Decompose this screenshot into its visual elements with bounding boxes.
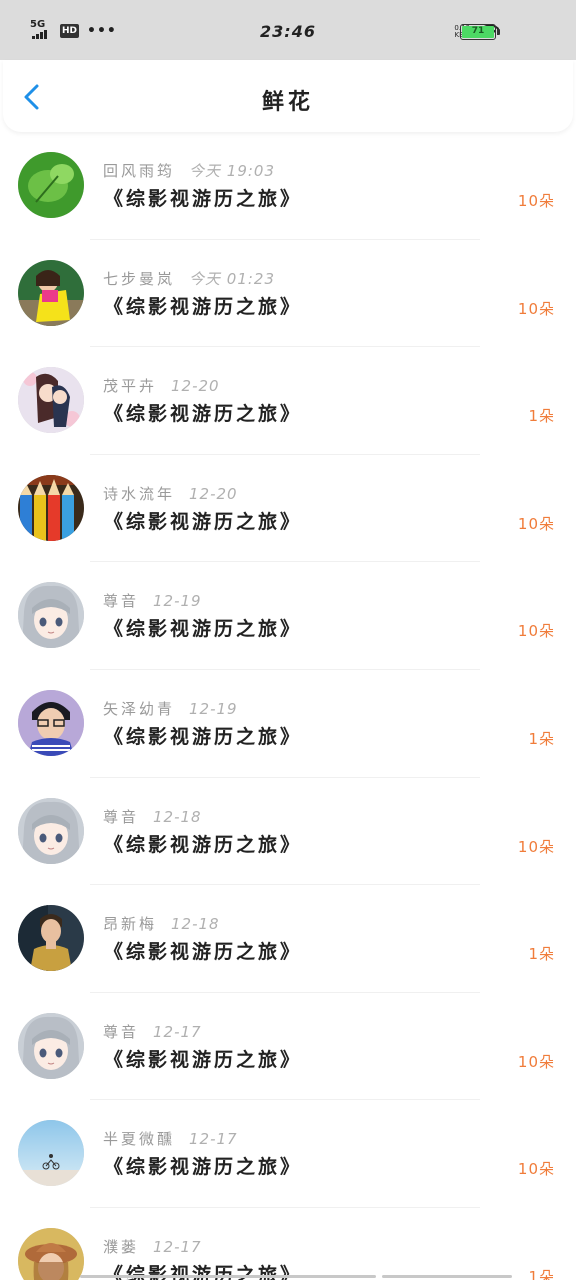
hat-girl-avatar[interactable] bbox=[18, 1227, 84, 1280]
scroll-indicator bbox=[382, 1275, 512, 1278]
sky-avatar[interactable] bbox=[18, 1120, 84, 1187]
work-title: 《综影视游历之旅》 bbox=[104, 941, 303, 964]
user-name: 昂新梅 bbox=[103, 915, 158, 934]
pencils-avatar[interactable] bbox=[18, 474, 84, 541]
battery-level: 71 bbox=[462, 26, 494, 38]
list-item[interactable]: 尊音 12-17 《综影视游历之旅》 10朵 bbox=[0, 993, 576, 1101]
flower-count: 1朵 bbox=[528, 1267, 555, 1280]
timestamp: 12-17 bbox=[153, 1237, 202, 1256]
status-bar: 5G HD ••• 23:46 0.10 KB/s 71 bbox=[0, 0, 576, 60]
user-name: 诗水流年 bbox=[103, 484, 176, 503]
work-title: 《综影视游历之旅》 bbox=[104, 403, 303, 426]
timestamp: 12-19 bbox=[153, 592, 202, 611]
page-title: 鲜花 bbox=[261, 90, 314, 115]
screen: 5G HD ••• 23:46 0.10 KB/s 71 鲜花 bbox=[0, 0, 576, 1280]
anime-couple-avatar[interactable] bbox=[18, 367, 84, 434]
timestamp: 12-18 bbox=[171, 915, 220, 934]
timestamp: 12-17 bbox=[189, 1130, 238, 1149]
flower-count: 10朵 bbox=[517, 299, 555, 318]
work-title: 《综影视游历之旅》 bbox=[104, 1156, 303, 1179]
anime-girl-avatar[interactable] bbox=[18, 797, 84, 864]
flower-list: 回风雨筠 今天 19:03 《综影视游历之旅》 10朵 七步曼岚 今天 01:23 … bbox=[0, 132, 576, 1280]
timestamp: 今天 01:23 bbox=[189, 269, 276, 288]
user-name: 尊音 bbox=[103, 592, 140, 611]
list-item[interactable]: 尊音 12-18 《综影视游历之旅》 10朵 bbox=[0, 778, 576, 886]
man-avatar[interactable] bbox=[18, 905, 84, 972]
flower-count: 10朵 bbox=[517, 192, 555, 210]
list-item[interactable]: 尊音 12-19 《综影视游历之旅》 10朵 bbox=[0, 562, 576, 670]
anime-girl-avatar[interactable] bbox=[18, 1012, 84, 1079]
flower-count: 1朵 bbox=[528, 407, 555, 426]
scroll-indicator bbox=[80, 1275, 376, 1278]
leaf-avatar[interactable] bbox=[18, 152, 84, 218]
battery-icon: 71 bbox=[460, 24, 500, 40]
user-name: 茂平卉 bbox=[103, 377, 158, 396]
work-title: 《综影视游历之旅》 bbox=[104, 618, 303, 641]
user-name: 尊音 bbox=[103, 1022, 140, 1041]
work-title: 《综影视游历之旅》 bbox=[104, 1048, 303, 1071]
user-name: 七步曼岚 bbox=[103, 269, 176, 288]
timestamp: 12-19 bbox=[189, 699, 238, 718]
list-item[interactable]: 矢泽幼青 12-19 《综影视游历之旅》 1朵 bbox=[0, 670, 576, 778]
work-title: 《综影视游历之旅》 bbox=[104, 188, 303, 210]
user-name: 回风雨筠 bbox=[103, 162, 176, 180]
girl-avatar[interactable] bbox=[18, 259, 84, 326]
timestamp: 今天 19:03 bbox=[189, 162, 276, 180]
list-item[interactable]: 昂新梅 12-18 《综影视游历之旅》 1朵 bbox=[0, 885, 576, 993]
flower-count: 10朵 bbox=[517, 837, 555, 856]
list-item[interactable]: 茂平卉 12-20 《综影视游历之旅》 1朵 bbox=[0, 347, 576, 455]
user-name: 濮蒌 bbox=[103, 1237, 140, 1256]
flower-count: 10朵 bbox=[517, 622, 555, 641]
flower-count: 10朵 bbox=[517, 514, 555, 533]
list-item[interactable]: 濮蒌 12-17 《综影视游历之旅》 1朵 bbox=[0, 1208, 576, 1280]
user-name: 尊音 bbox=[103, 807, 140, 826]
boy-avatar[interactable] bbox=[18, 689, 84, 756]
timestamp: 12-17 bbox=[153, 1022, 202, 1041]
flower-count: 1朵 bbox=[528, 945, 555, 964]
timestamp: 12-20 bbox=[171, 377, 220, 396]
user-name: 半夏微醺 bbox=[103, 1130, 176, 1149]
work-title: 《综影视游历之旅》 bbox=[104, 833, 303, 856]
list-item[interactable]: 回风雨筠 今天 19:03 《综影视游历之旅》 10朵 bbox=[0, 132, 576, 240]
flower-count: 10朵 bbox=[517, 1052, 555, 1071]
header: 鲜花 bbox=[3, 60, 573, 132]
timestamp: 12-18 bbox=[153, 807, 202, 826]
work-title: 《综影视游历之旅》 bbox=[104, 295, 303, 318]
flower-count: 1朵 bbox=[528, 729, 555, 748]
list-item[interactable]: 七步曼岚 今天 01:23 《综影视游历之旅》 10朵 bbox=[0, 240, 576, 348]
list-item[interactable]: 诗水流年 12-20 《综影视游历之旅》 10朵 bbox=[0, 455, 576, 563]
timestamp: 12-20 bbox=[189, 484, 238, 503]
anime-girl-avatar[interactable] bbox=[18, 582, 84, 649]
list-item[interactable]: 半夏微醺 12-17 《综影视游历之旅》 10朵 bbox=[0, 1100, 576, 1208]
user-name: 矢泽幼青 bbox=[103, 699, 176, 718]
flower-count: 10朵 bbox=[517, 1160, 555, 1179]
work-title: 《综影视游历之旅》 bbox=[104, 725, 303, 748]
work-title: 《综影视游历之旅》 bbox=[104, 510, 303, 533]
